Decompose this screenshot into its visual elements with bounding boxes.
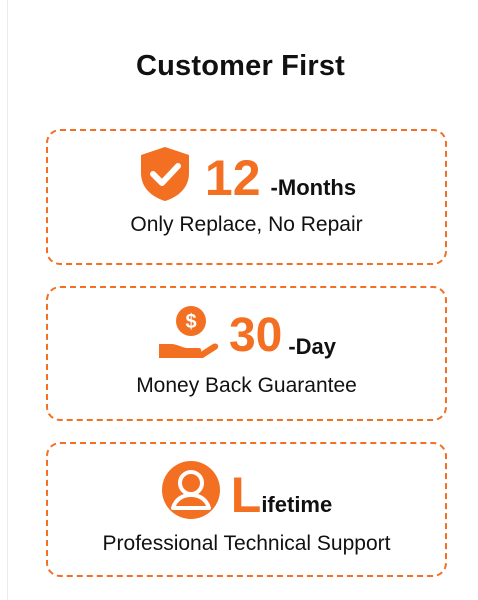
- money-back-number: 30: [228, 309, 283, 362]
- support-word: ifetime: [261, 492, 333, 517]
- svg-text:$: $: [185, 311, 196, 333]
- support-headline: L ifetime: [48, 460, 445, 520]
- warranty-description: Only Replace, No Repair: [130, 213, 363, 236]
- warranty-unit: -Months: [270, 175, 357, 200]
- money-back-unit: -Day: [288, 334, 337, 359]
- money-back-description: Money Back Guarantee: [136, 374, 357, 397]
- warranty-number: 12: [204, 150, 261, 206]
- warranty-card: 12 -Months Only Replace, No Repair: [46, 129, 447, 265]
- money-back-headline: $ 30 -Day: [48, 304, 445, 360]
- support-initial: L: [230, 467, 262, 523]
- user-circle-icon: [161, 460, 221, 520]
- customer-first-panel: Customer First 12 -Months Only Replace, …: [7, 0, 473, 600]
- money-back-card: $ 30 -Day Money Back Guarantee: [46, 286, 447, 421]
- money-hand-icon: $: [157, 304, 221, 360]
- support-card: L ifetime Professional Technical Support: [46, 442, 447, 577]
- support-description: Professional Technical Support: [102, 532, 391, 555]
- section-title: Customer First: [135, 50, 346, 82]
- warranty-headline: 12 -Months: [48, 145, 445, 203]
- shield-check-icon: [137, 145, 193, 203]
